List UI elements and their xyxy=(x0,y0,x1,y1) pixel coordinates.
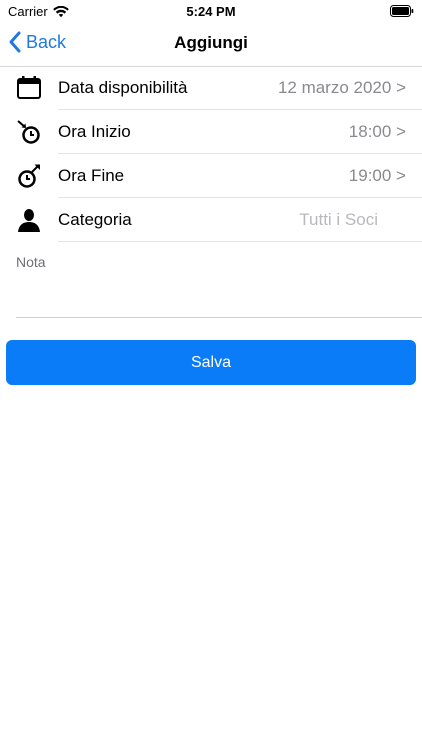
save-button[interactable]: Salva xyxy=(6,340,416,385)
row-date[interactable]: Data disponibilità 12 marzo 2020 > xyxy=(0,66,422,110)
row-category[interactable]: Categoria Tutti i Soci xyxy=(0,198,422,242)
date-label: Data disponibilità xyxy=(58,78,188,97)
category-placeholder: Tutti i Soci xyxy=(299,210,378,229)
timer-start-icon xyxy=(17,120,40,144)
row-start-time[interactable]: Ora Inizio 18:00 > xyxy=(0,110,422,154)
start-time-label: Ora Inizio xyxy=(58,122,131,141)
form: Data disponibilità 12 marzo 2020 > Ora I… xyxy=(0,66,422,318)
start-time-value: 18:00 > xyxy=(348,122,406,141)
end-time-label: Ora Fine xyxy=(58,166,125,185)
note-divider xyxy=(16,317,422,318)
status-bar: Carrier 5:24 PM xyxy=(0,0,422,22)
navigation-bar: Back Aggiungi xyxy=(0,22,422,67)
screen: Carrier 5:24 PM Back Aggiungi Data dispo… xyxy=(0,0,422,750)
person-icon xyxy=(18,209,40,232)
status-time: 5:24 PM xyxy=(186,4,236,19)
row-end-time[interactable]: Ora Fine 19:00 > xyxy=(0,154,422,198)
category-label: Categoria xyxy=(58,210,132,229)
date-value: 12 marzo 2020 > xyxy=(277,78,406,97)
note-label: Nota xyxy=(16,254,46,270)
battery-icon xyxy=(390,5,414,17)
page-title: Aggiungi xyxy=(174,33,248,52)
note-field[interactable]: Nota xyxy=(0,242,422,318)
calendar-icon xyxy=(17,76,41,99)
end-time-value: 19:00 > xyxy=(348,166,406,185)
timer-end-icon xyxy=(18,164,40,188)
